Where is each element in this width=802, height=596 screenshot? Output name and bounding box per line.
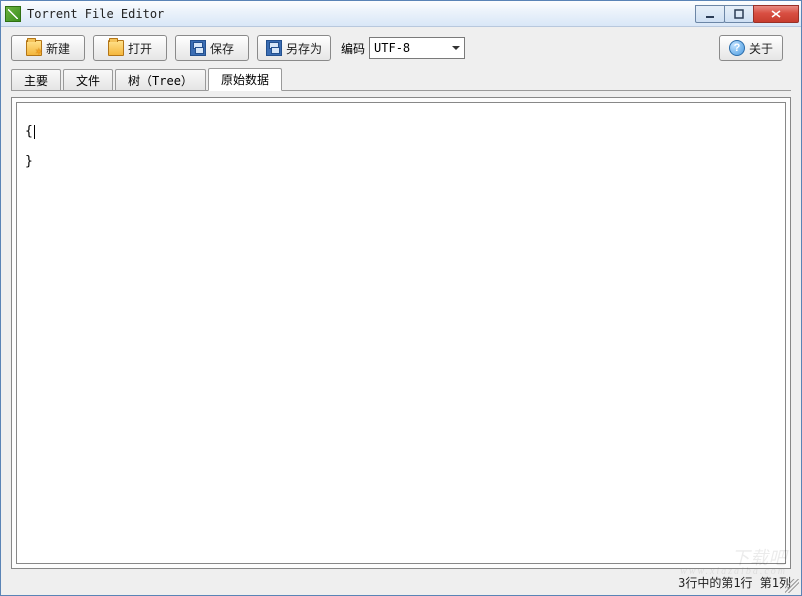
tab-tree[interactable]: 树（Tree）: [115, 69, 206, 91]
encoding-select[interactable]: UTF-8: [369, 37, 465, 59]
folder-open-icon: [108, 40, 124, 56]
window-controls: [696, 5, 799, 23]
titlebar: Torrent File Editor: [1, 1, 801, 27]
maximize-button[interactable]: [724, 5, 754, 23]
new-file-icon: [26, 40, 42, 56]
maximize-icon: [734, 9, 744, 19]
app-window: Torrent File Editor 新建 打开: [0, 0, 802, 596]
app-icon: [5, 6, 21, 22]
floppy-icon: [266, 40, 282, 56]
open-button[interactable]: 打开: [93, 35, 167, 61]
tabstrip: 主要 文件 树（Tree） 原始数据: [1, 67, 801, 91]
new-label: 新建: [46, 40, 70, 57]
minimize-icon: [705, 9, 715, 19]
save-label: 保存: [210, 40, 234, 57]
help-icon: [729, 40, 745, 56]
new-button[interactable]: 新建: [11, 35, 85, 61]
saveas-label: 另存为: [286, 40, 322, 57]
save-button[interactable]: 保存: [175, 35, 249, 61]
encoding-label: 编码: [341, 40, 365, 57]
saveas-button[interactable]: 另存为: [257, 35, 331, 61]
text-caret: [34, 125, 35, 139]
open-label: 打开: [128, 40, 152, 57]
content-panel: { }: [11, 97, 791, 569]
close-icon: [770, 9, 782, 19]
tab-main[interactable]: 主要: [11, 69, 61, 91]
close-button[interactable]: [753, 5, 799, 23]
about-label: 关于: [749, 40, 773, 57]
toolbar: 新建 打开 保存 另存为 编码 UTF-8 关于: [1, 27, 801, 67]
tab-raw-data[interactable]: 原始数据: [208, 68, 282, 91]
resize-grip[interactable]: [785, 579, 799, 593]
window-title: Torrent File Editor: [27, 7, 164, 21]
about-button[interactable]: 关于: [719, 35, 783, 61]
minimize-button[interactable]: [695, 5, 725, 23]
tab-files[interactable]: 文件: [63, 69, 113, 91]
statusbar: 3行中的第1行 第1列: [1, 573, 801, 595]
raw-data-editor[interactable]: { }: [16, 102, 786, 564]
encoding-value: UTF-8: [374, 41, 410, 55]
cursor-position-status: 3行中的第1行 第1列: [678, 574, 791, 591]
floppy-icon: [190, 40, 206, 56]
